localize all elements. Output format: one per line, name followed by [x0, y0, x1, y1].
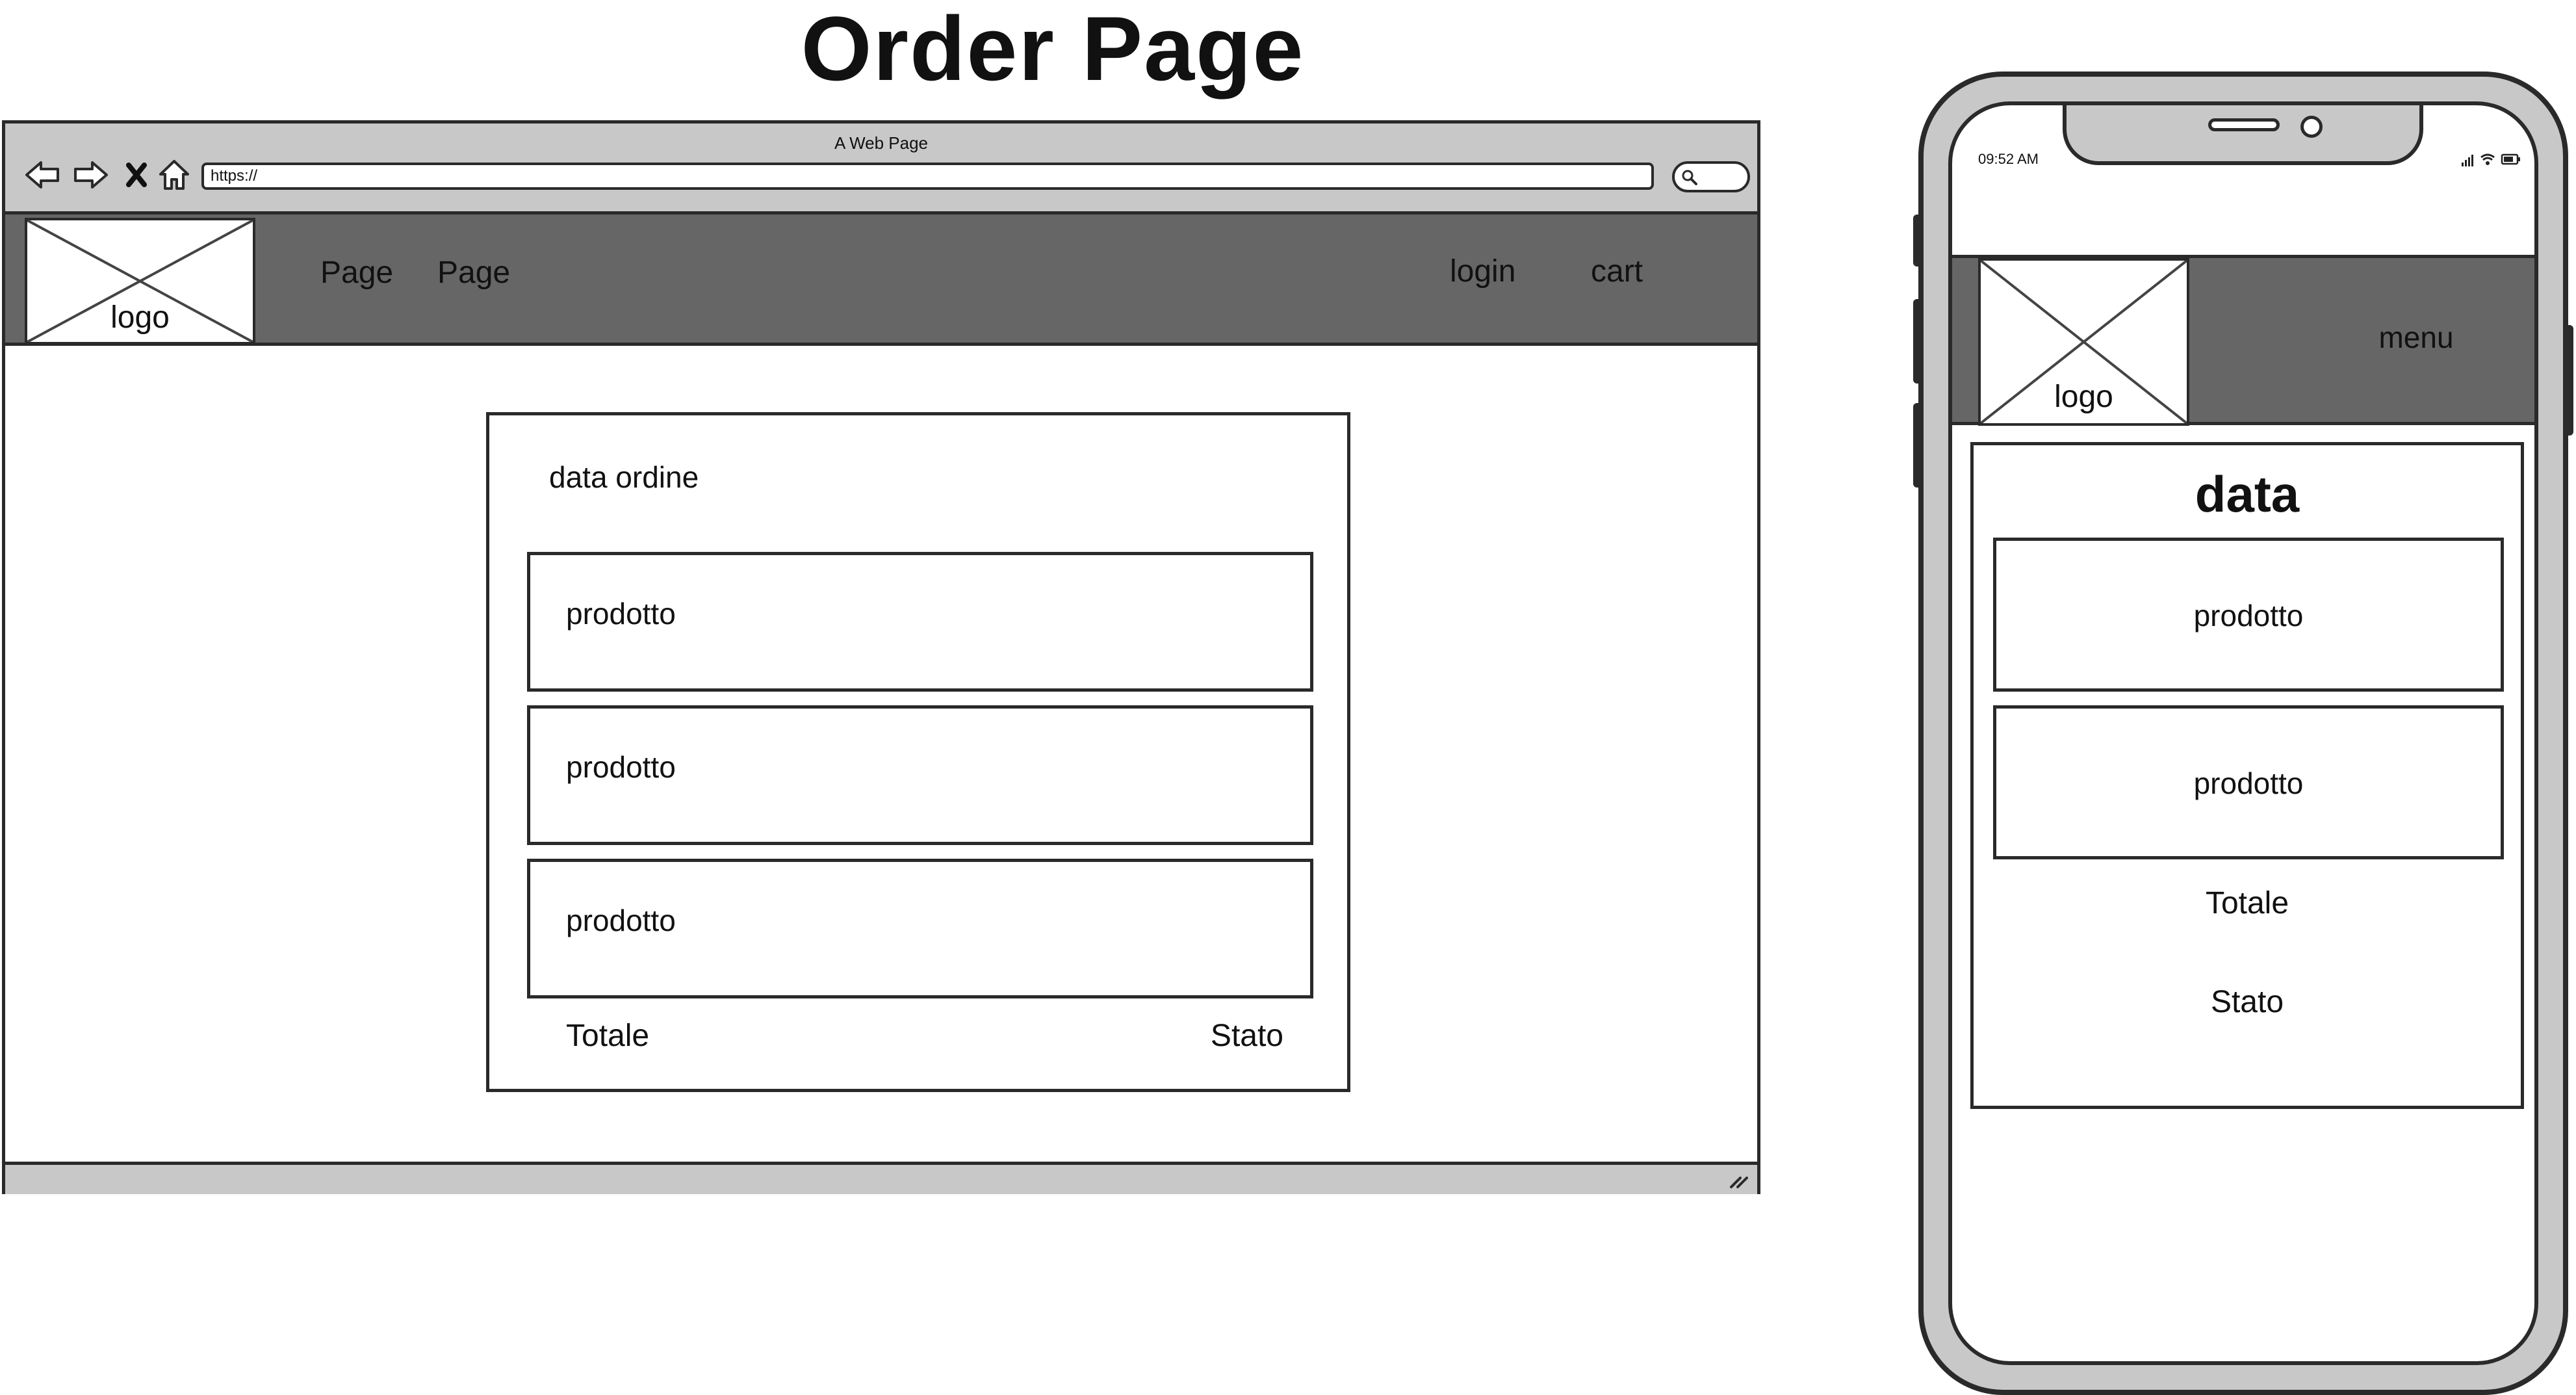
camera-icon [2300, 116, 2323, 138]
phone-screen: 09:52 AM logo menu data prodotto prodott… [1948, 101, 2538, 1365]
login-link[interactable]: login [1450, 246, 1515, 298]
order-total: Totale [566, 1019, 650, 1053]
product-item[interactable]: prodotto [527, 859, 1313, 998]
wifi-icon [2480, 153, 2495, 165]
product-item[interactable]: prodotto [1993, 705, 2504, 859]
product-item[interactable]: prodotto [527, 552, 1313, 692]
resize-grip-icon[interactable] [1729, 1170, 1751, 1190]
nav-link-page-2[interactable]: Page [437, 247, 510, 299]
order-total: Totale [2205, 886, 2289, 920]
address-bar[interactable]: https:// [201, 163, 1654, 190]
phone-notch [2063, 105, 2423, 165]
search-button[interactable] [1672, 161, 1750, 192]
forward-arrow-icon[interactable] [68, 152, 114, 198]
menu-button[interactable]: menu [2351, 317, 2481, 358]
logo-label: logo [110, 300, 170, 335]
browser-titlebar: A Web Page https:// [5, 124, 1757, 215]
product-item[interactable]: prodotto [1993, 538, 2504, 692]
product-label: prodotto [566, 904, 676, 937]
back-arrow-icon[interactable] [19, 152, 65, 198]
logo-label: logo [2054, 380, 2113, 414]
phone-frame: 09:52 AM logo menu data prodotto prodott… [1918, 72, 2568, 1395]
window-title: A Web Page [834, 133, 929, 153]
cart-link[interactable]: cart [1591, 246, 1643, 298]
home-icon[interactable] [151, 152, 197, 198]
product-label: prodotto [566, 597, 676, 631]
product-label: prodotto [2193, 599, 2304, 632]
order-card: data ordine prodotto prodotto prodotto T… [486, 412, 1350, 1092]
page-title: Order Page [801, 0, 1305, 99]
order-status: Stato [2210, 985, 2284, 1019]
browser-window: A Web Page https:// logo Page Page login… [2, 120, 1760, 1194]
product-label: prodotto [566, 750, 676, 784]
logo-placeholder[interactable]: logo [25, 218, 255, 345]
browser-statusbar [5, 1162, 1757, 1194]
phone-header: logo menu [1952, 255, 2534, 426]
signal-icon [2462, 155, 2473, 166]
product-item[interactable]: prodotto [527, 705, 1313, 845]
search-icon [1682, 170, 1697, 185]
battery-icon [2501, 153, 2520, 165]
status-time: 09:52 AM [1978, 151, 2039, 167]
product-label: prodotto [2193, 766, 2304, 800]
order-date: data ordine [549, 460, 699, 494]
order-date: data [2195, 465, 2300, 523]
order-card: data prodotto prodotto Totale Stato [1970, 442, 2524, 1109]
nav-link-page-1[interactable]: Page [320, 247, 393, 299]
order-status: Stato [1210, 1019, 1283, 1053]
site-header: logo Page Page login cart [5, 215, 1757, 346]
phone-speaker [2208, 118, 2280, 131]
logo-placeholder[interactable]: logo [1978, 258, 2189, 426]
status-icons [2462, 153, 2520, 166]
